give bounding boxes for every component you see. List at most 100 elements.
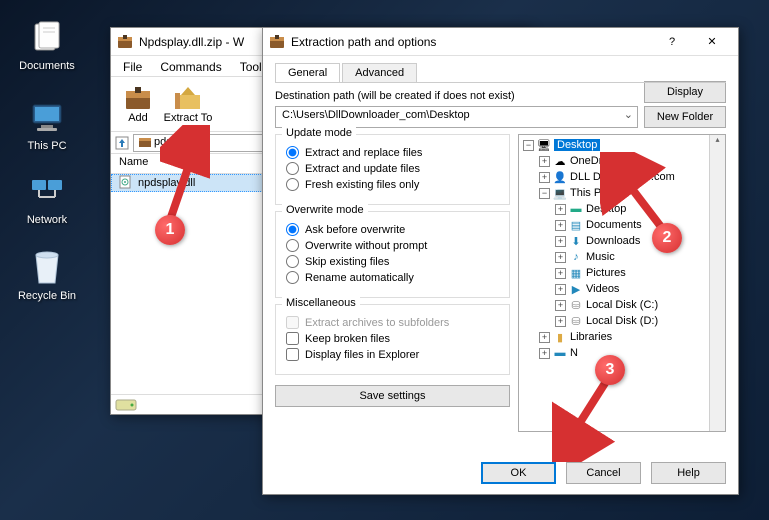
desktop-icon-thispc[interactable]: This PC: [12, 98, 82, 152]
winrar-app-icon: [269, 34, 285, 50]
radio-rename-auto[interactable]: Rename automatically: [286, 271, 499, 284]
music-folder-icon: ♪: [569, 250, 583, 264]
desktop-icon-recycle[interactable]: Recycle Bin: [12, 248, 82, 302]
close-button[interactable]: ✕: [692, 28, 732, 56]
recycle-bin-icon: [27, 248, 67, 288]
new-folder-button[interactable]: New Folder: [644, 106, 726, 128]
annotation-marker-1: 1: [155, 215, 185, 245]
display-button[interactable]: Display: [644, 81, 726, 103]
desktop-icon-label: Documents: [19, 60, 75, 72]
expand-icon[interactable]: +: [555, 284, 566, 295]
extraction-dialog: Extraction path and options ? ✕ General …: [262, 27, 739, 495]
menu-commands[interactable]: Commands: [152, 58, 229, 74]
videos-folder-icon: ▶: [569, 282, 583, 296]
help-button[interactable]: Help: [651, 462, 726, 484]
tree-node-disk-c[interactable]: +⛁Local Disk (C:): [521, 297, 723, 313]
tree-scrollbar[interactable]: [709, 135, 725, 431]
network-folder-icon: ▬: [553, 346, 567, 360]
disk-icon: ⛁: [569, 314, 583, 328]
collapse-icon[interactable]: −: [523, 140, 534, 151]
expand-icon[interactable]: +: [539, 348, 550, 359]
desktop-icon-network[interactable]: Network: [12, 172, 82, 226]
tree-node-disk-d[interactable]: +⛁Local Disk (D:): [521, 313, 723, 329]
radio-input[interactable]: [286, 271, 299, 284]
menu-file[interactable]: File: [115, 58, 150, 74]
destination-path-input[interactable]: C:\Users\DllDownloader_com\Desktop: [275, 106, 638, 128]
expand-icon[interactable]: +: [555, 220, 566, 231]
toolbar-add-button[interactable]: Add: [113, 79, 163, 129]
disk-icon: ⛁: [569, 298, 583, 312]
help-button[interactable]: ?: [652, 28, 692, 56]
toolbar-extract-button[interactable]: Extract To: [163, 79, 213, 129]
documents-icon: [27, 18, 67, 58]
radio-skip-existing[interactable]: Skip existing files: [286, 255, 499, 268]
libraries-icon: ▮: [553, 330, 567, 344]
expand-icon[interactable]: +: [555, 204, 566, 215]
expand-icon[interactable]: +: [555, 316, 566, 327]
miscellaneous-group: Miscellaneous Extract archives to subfol…: [275, 304, 510, 375]
tab-advanced[interactable]: Advanced: [342, 63, 417, 82]
path-value: C:\Users\DllDownloader_com\Desktop: [282, 109, 470, 121]
expand-icon[interactable]: +: [539, 332, 550, 343]
tree-node-desktop-root[interactable]: −🖥Desktop: [521, 137, 723, 153]
radio-input[interactable]: [286, 255, 299, 268]
radio-overwrite-noprompt[interactable]: Overwrite without prompt: [286, 239, 499, 252]
pictures-folder-icon: ▦: [569, 266, 583, 280]
expand-icon[interactable]: +: [555, 252, 566, 263]
desktop-folder-icon: ▬: [569, 202, 583, 216]
radio-extract-update[interactable]: Extract and update files: [286, 162, 499, 175]
annotation-arrow-1: [160, 125, 210, 225]
expand-icon[interactable]: +: [555, 300, 566, 311]
tree-node-music[interactable]: +♪Music: [521, 249, 723, 265]
update-mode-group: Update mode Extract and replace files Ex…: [275, 134, 510, 205]
add-archive-icon: [122, 84, 154, 112]
checkbox-input[interactable]: [286, 332, 299, 345]
dialog-titlebar[interactable]: Extraction path and options ? ✕: [263, 28, 738, 56]
overwrite-mode-label: Overwrite mode: [282, 204, 368, 216]
desktop-icon: 🖥: [537, 138, 551, 152]
tree-node-network[interactable]: +▬N: [521, 345, 723, 361]
tree-node-pictures[interactable]: +▦Pictures: [521, 265, 723, 281]
radio-fresh-only[interactable]: Fresh existing files only: [286, 178, 499, 191]
update-mode-label: Update mode: [282, 127, 356, 139]
save-settings-button[interactable]: Save settings: [275, 385, 510, 407]
dll-file-icon: [118, 175, 134, 191]
tab-general[interactable]: General: [275, 63, 340, 82]
expand-icon[interactable]: +: [555, 268, 566, 279]
radio-input[interactable]: [286, 223, 299, 236]
dialog-tabs: General Advanced: [275, 63, 726, 83]
dialog-title: Extraction path and options: [291, 35, 652, 49]
network-icon: [27, 172, 67, 212]
radio-input[interactable]: [286, 178, 299, 191]
check-subfolders[interactable]: Extract archives to subfolders: [286, 316, 499, 329]
collapse-icon[interactable]: −: [539, 188, 550, 199]
checkbox-input[interactable]: [286, 348, 299, 361]
checkbox-input: [286, 316, 299, 329]
expand-icon[interactable]: +: [539, 172, 550, 183]
status-disk-icon: [115, 398, 137, 412]
ok-button[interactable]: OK: [481, 462, 556, 484]
expand-icon[interactable]: +: [555, 236, 566, 247]
toolbar-extract-label: Extract To: [164, 112, 213, 124]
tree-node-videos[interactable]: +▶Videos: [521, 281, 723, 297]
downloads-folder-icon: ⬇: [569, 234, 583, 248]
radio-input[interactable]: [286, 239, 299, 252]
expand-icon[interactable]: +: [539, 156, 550, 167]
cloud-icon: ☁: [553, 154, 567, 168]
check-keep-broken[interactable]: Keep broken files: [286, 332, 499, 345]
radio-input[interactable]: [286, 146, 299, 159]
radio-ask-overwrite[interactable]: Ask before overwrite: [286, 223, 499, 236]
desktop-icon-label: Recycle Bin: [18, 290, 76, 302]
desktop-icon-documents[interactable]: Documents: [12, 18, 82, 72]
cancel-button[interactable]: Cancel: [566, 462, 641, 484]
tree-node-libraries[interactable]: +▮Libraries: [521, 329, 723, 345]
radio-input[interactable]: [286, 162, 299, 175]
winrar-app-icon: [117, 34, 133, 50]
radio-extract-replace[interactable]: Extract and replace files: [286, 146, 499, 159]
documents-folder-icon: ▤: [569, 218, 583, 232]
thispc-icon: 💻: [553, 186, 567, 200]
up-arrow-icon[interactable]: [115, 136, 129, 150]
toolbar-add-label: Add: [128, 112, 148, 124]
user-icon: 👤: [553, 170, 567, 184]
check-display-explorer[interactable]: Display files in Explorer: [286, 348, 499, 361]
